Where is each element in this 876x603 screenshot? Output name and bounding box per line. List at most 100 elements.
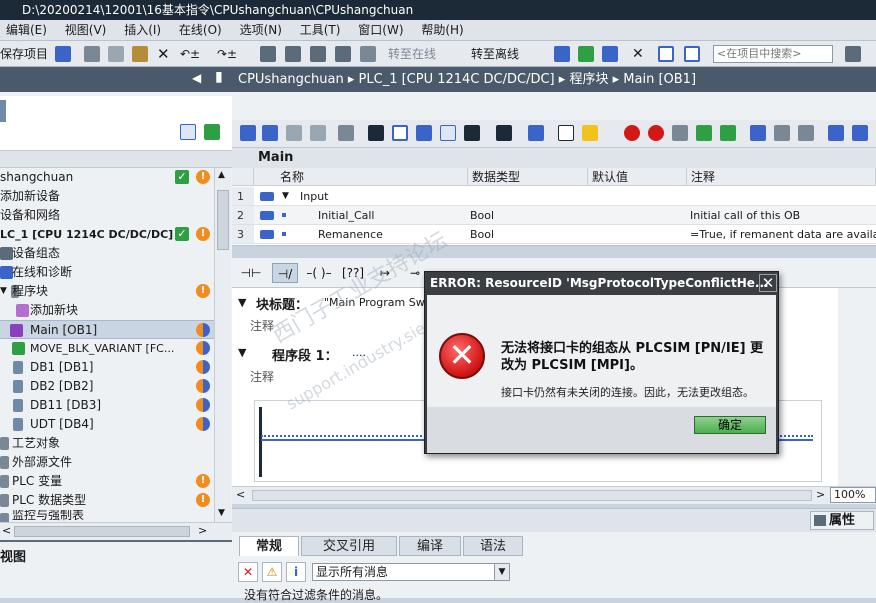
check-icon[interactable] xyxy=(696,125,712,141)
compile-icon[interactable] xyxy=(260,46,276,62)
download-block-icon[interactable] xyxy=(720,125,736,141)
menu-tools[interactable]: 工具(T) xyxy=(294,20,349,40)
tree-item-watch-tables[interactable]: 监控与强制表 xyxy=(0,510,214,522)
break-icon[interactable] xyxy=(624,125,640,141)
details-view-icon[interactable] xyxy=(180,124,196,140)
table-row[interactable]: 1 ▼ Input xyxy=(232,187,876,206)
menu-online[interactable]: 在线(O) xyxy=(173,20,230,40)
error-filter-icon[interactable]: ✕ xyxy=(238,562,258,582)
chevron-down-icon[interactable]: ▼ xyxy=(494,564,509,580)
editor-vertical-scrollbar[interactable] xyxy=(838,288,876,486)
networks-close-icon[interactable] xyxy=(392,125,408,141)
tree-item-plc[interactable]: LC_1 [CPU 1214C DC/DC/DC] ✓ ! xyxy=(0,225,214,244)
project-search-input[interactable]: <在项目中搜索> xyxy=(713,45,833,63)
copy-icon[interactable] xyxy=(108,46,124,62)
tree-item-tech-objects[interactable]: 工艺对象 xyxy=(0,434,214,453)
info-filter-icon[interactable]: i xyxy=(286,562,306,582)
tree-item-main-ob1[interactable]: Main [OB1] xyxy=(0,320,214,339)
tree-item-db1[interactable]: DB1 [DB1] xyxy=(0,358,214,377)
scroll-up-icon[interactable]: ▲ xyxy=(218,170,225,180)
col-name-header[interactable]: 名称 xyxy=(254,168,468,186)
delete-network-icon[interactable] xyxy=(262,125,278,141)
table-row[interactable]: 3 Remanence Bool =True, if remanent data… xyxy=(232,225,876,244)
tab-compile[interactable]: 编译 xyxy=(399,536,461,556)
tree-item-plc-datatypes[interactable]: PLC 数据类型 ! xyxy=(0,491,214,510)
menu-insert[interactable]: 插入(I) xyxy=(118,20,169,40)
tree-vertical-scrollbar[interactable]: ▲ ▼ xyxy=(214,168,231,522)
table-row[interactable]: 2 Initial_Call Bool Initial call of this… xyxy=(232,206,876,225)
networks-open-icon[interactable] xyxy=(368,125,384,141)
tab-general[interactable]: 常规 xyxy=(239,536,299,556)
insert-network-icon[interactable] xyxy=(240,125,256,141)
breadcrumb-main[interactable]: Main [OB1] xyxy=(623,72,696,87)
delete-icon[interactable]: ✕ xyxy=(157,45,170,63)
scroll-down-icon[interactable]: ▼ xyxy=(218,508,225,518)
tree-item-db2[interactable]: DB2 [DB2] xyxy=(0,377,214,396)
tree-item-move-blk[interactable]: MOVE_BLK_VARIANT [FC... xyxy=(0,339,214,358)
cut-icon[interactable] xyxy=(84,46,100,62)
tree-item-plc-tags[interactable]: PLC 变量 ! xyxy=(0,472,214,491)
goto-icon[interactable] xyxy=(750,125,766,141)
network-title-value[interactable]: .... xyxy=(352,346,366,359)
display-format-icon[interactable] xyxy=(464,125,480,141)
tree-horizontal-scrollbar[interactable]: < > xyxy=(0,522,232,540)
empty-box-icon[interactable]: [??] xyxy=(340,263,366,283)
monitor-icon[interactable] xyxy=(496,125,512,141)
ok-button[interactable]: 确定 xyxy=(694,416,766,434)
comments-icon[interactable] xyxy=(440,125,456,141)
col-default-header[interactable]: 默认值 xyxy=(588,168,687,186)
network-comment[interactable]: 注释 xyxy=(250,366,430,388)
tree-item-project[interactable]: shangchuan ✓ ! xyxy=(0,168,214,187)
collapse-icon[interactable]: ▼ xyxy=(238,296,246,309)
redo-icon[interactable]: ↷± xyxy=(217,45,237,63)
undo-icon[interactable]: ↶± xyxy=(180,45,200,63)
tree-item-device-config[interactable]: 设备组态 xyxy=(0,244,214,263)
menu-edit[interactable]: 编辑(E) xyxy=(0,20,55,40)
scroll-thumb[interactable] xyxy=(252,490,812,501)
tree-item-add-device[interactable]: 添加新设备 xyxy=(0,187,214,206)
tree-item-add-block[interactable]: 添加新块 xyxy=(0,301,214,320)
menu-view[interactable]: 视图(V) xyxy=(59,20,115,40)
break-off-icon[interactable] xyxy=(648,125,664,141)
open-branch-icon[interactable]: ↦ xyxy=(372,263,398,283)
watch-icon[interactable] xyxy=(528,125,544,141)
scroll-thumb[interactable] xyxy=(217,190,229,250)
go-online-button[interactable]: 转至在线 xyxy=(388,45,436,63)
download-icon[interactable] xyxy=(285,46,301,62)
collapse-icon[interactable]: ▼ xyxy=(238,346,246,359)
stop-cpu-icon[interactable] xyxy=(360,46,376,62)
paste-icon[interactable] xyxy=(132,46,148,62)
editor-horizontal-scrollbar[interactable]: < > 100% xyxy=(232,486,876,504)
expand-icon[interactable]: ▼ xyxy=(0,282,7,301)
close-icon[interactable]: ✕ xyxy=(759,274,777,292)
expand-icon[interactable]: ▼ xyxy=(282,187,289,205)
col-type-header[interactable]: 数据类型 xyxy=(468,168,588,186)
go-offline-button[interactable]: 转至离线 xyxy=(471,45,519,63)
split-vertical-icon[interactable] xyxy=(684,46,700,62)
tree-item-external-sources[interactable]: 外部源文件 xyxy=(0,453,214,472)
tree-item-devices-networks[interactable]: 设备和网络 xyxy=(0,206,214,225)
print-icon[interactable] xyxy=(55,46,71,62)
tree-item-program-blocks[interactable]: ▼ 程序块 ! xyxy=(0,282,214,301)
block-title-value[interactable]: "Main Program Sw xyxy=(324,296,425,309)
device-tab[interactable] xyxy=(0,100,6,122)
breadcrumb-project[interactable]: CPUshangchuan xyxy=(238,72,344,87)
list-icon[interactable] xyxy=(558,125,574,141)
collapse-icon[interactable]: ◀ xyxy=(192,71,201,85)
tab-syntax[interactable]: 语法 xyxy=(463,536,523,556)
pin-icon[interactable]: ▮ xyxy=(215,69,223,85)
step-out-icon[interactable] xyxy=(798,125,814,141)
cross-reference-icon[interactable] xyxy=(578,46,594,62)
breadcrumb-program-blocks[interactable]: 程序块 xyxy=(569,72,608,87)
scroll-right-icon[interactable]: > xyxy=(198,524,207,537)
cpu-icon[interactable] xyxy=(602,46,618,62)
menu-options[interactable]: 选项(N) xyxy=(234,20,290,40)
menu-help[interactable]: 帮助(H) xyxy=(415,20,471,40)
col-comment-header[interactable]: 注释 xyxy=(687,168,876,186)
simulation-icon[interactable] xyxy=(335,46,351,62)
insert-row-icon[interactable] xyxy=(286,125,302,141)
step-icon[interactable] xyxy=(672,125,688,141)
call-hierarchy-icon[interactable] xyxy=(852,125,868,141)
favorites-icon[interactable] xyxy=(416,125,432,141)
absolute-address-icon[interactable] xyxy=(338,125,354,141)
